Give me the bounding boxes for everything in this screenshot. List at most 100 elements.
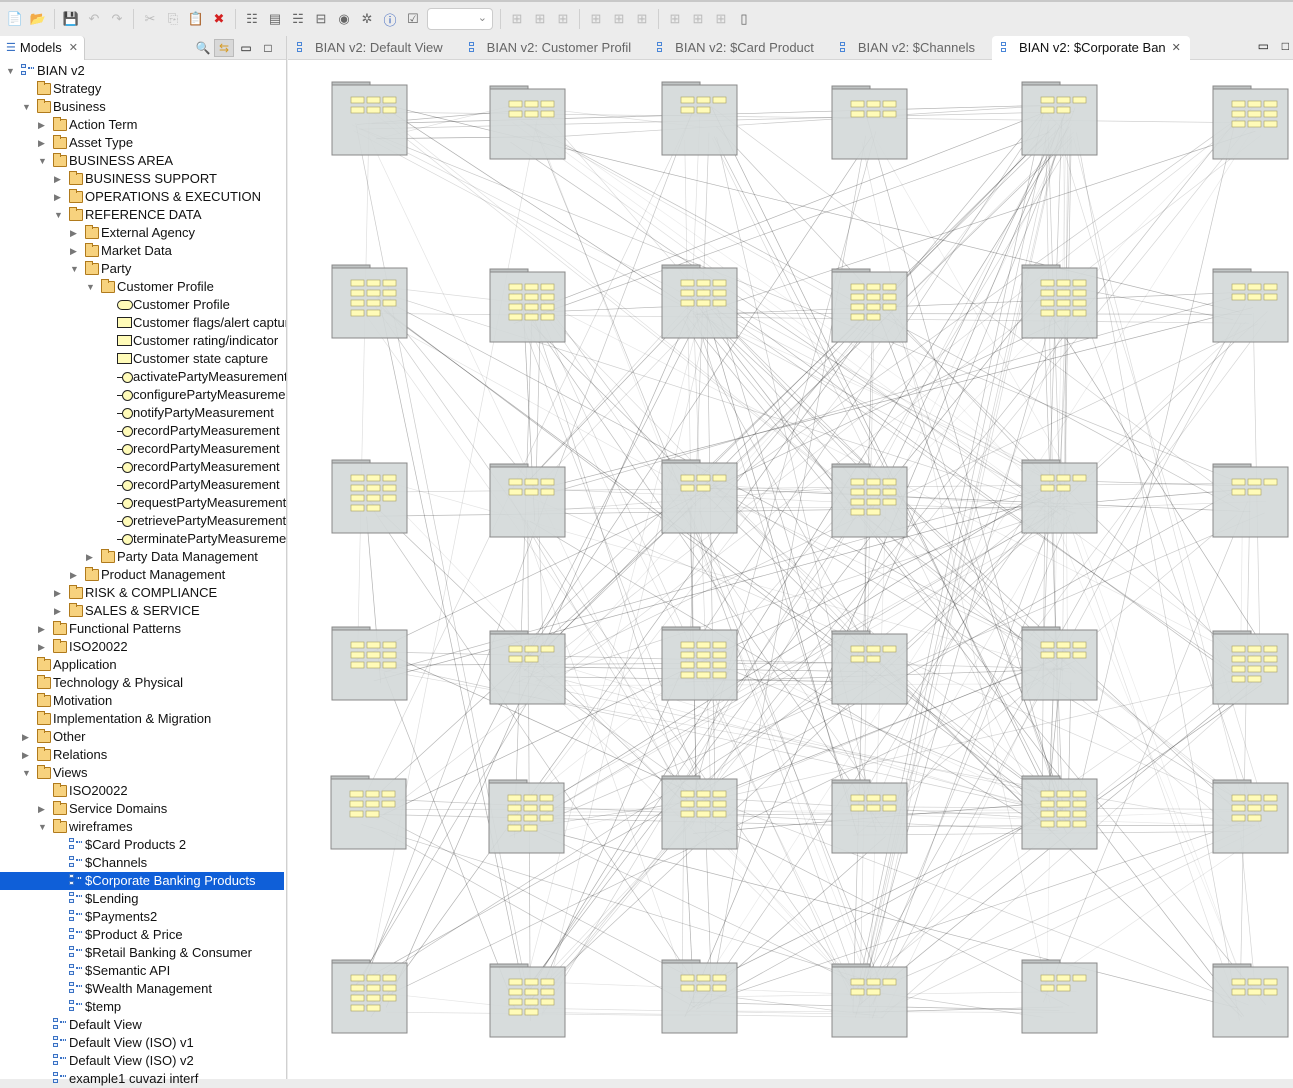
diagram-element[interactable] [713,791,726,797]
tree-item[interactable]: ▶RISK & COMPLIANCE [0,584,286,602]
diagram-element[interactable] [1057,985,1070,991]
diagram-element[interactable] [1073,821,1086,827]
grouping-element[interactable] [662,265,737,338]
diagram-element[interactable] [1264,294,1277,300]
grouping-element[interactable] [662,960,737,1033]
diagram-element[interactable] [351,290,364,296]
diagram-element[interactable] [1057,475,1070,481]
zoom-combo[interactable]: ⌄ [427,8,493,30]
link-to-editor-icon[interactable]: ⇆ [214,39,234,57]
diagram-element[interactable] [351,300,364,306]
diagram-element[interactable] [383,485,396,491]
diagram-element[interactable] [541,314,554,320]
diagram-element[interactable] [1057,97,1070,103]
grouping-element[interactable] [832,269,907,342]
tree-item[interactable]: Customer state capture [0,350,286,368]
collapsed-arrow-icon[interactable]: ▶ [54,602,64,620]
diagram-element[interactable] [1232,111,1245,117]
diagram-element[interactable] [509,284,522,290]
diagram-element[interactable] [851,805,864,811]
diagram-element[interactable] [1232,805,1245,811]
collapsed-arrow-icon[interactable]: ▶ [70,242,80,260]
diagram-element[interactable] [509,314,522,320]
diagram-element[interactable] [681,975,694,981]
diagram-element[interactable] [1248,646,1261,652]
tree-item[interactable]: ▼Views [0,764,286,782]
diagram-element[interactable] [681,290,694,296]
diagram-element[interactable] [367,310,380,316]
diagram-element[interactable] [867,111,880,117]
diagram-element[interactable] [851,989,864,995]
diagram-element[interactable] [1248,795,1261,801]
diagram-element[interactable] [367,985,380,991]
diagram-element[interactable] [509,989,522,995]
close-icon[interactable]: ✕ [69,41,78,54]
properties-panel-icon[interactable]: ▯ [735,10,753,28]
diagram-element[interactable] [681,300,694,306]
diagram-element[interactable] [351,662,364,668]
diagram-element[interactable] [1232,815,1245,821]
model-tree[interactable]: ▼BIAN v2Strategy▼Business▶Action Term▶As… [0,62,286,1088]
diagram-element[interactable] [1232,989,1245,995]
diagram-element[interactable] [1041,290,1054,296]
diagram-element[interactable] [351,495,364,501]
copy-icon[interactable]: ⎘ [164,10,182,28]
diagram-element[interactable] [1248,989,1261,995]
diagram-element[interactable] [383,300,396,306]
diagram-element[interactable] [681,985,694,991]
minimize-icon[interactable]: ▭ [1258,39,1269,53]
collapsed-arrow-icon[interactable]: ▶ [38,638,48,656]
tree-item[interactable]: configurePartyMeasurement [0,386,286,404]
diagram-element[interactable] [1041,975,1054,981]
diagram-element[interactable] [851,656,864,662]
diagram-element[interactable] [883,304,896,310]
diagram-element[interactable] [851,499,864,505]
diagram-element[interactable] [367,1005,380,1011]
diagram-element[interactable] [883,479,896,485]
diagram-element[interactable] [351,475,364,481]
tree-item[interactable]: $Card Products 2 [0,836,286,854]
diagram-element[interactable] [1057,975,1070,981]
diagram-element[interactable] [883,646,896,652]
validate-icon[interactable]: ☑ [404,10,422,28]
diagram-element[interactable] [851,509,864,515]
tree-item[interactable]: example1 cuvazi interf [0,1070,286,1088]
undo-icon[interactable]: ↶ [85,10,103,28]
grouping-element[interactable] [490,269,565,342]
grouping-element[interactable] [1213,86,1288,159]
diagram-element[interactable] [525,489,538,495]
tree-item[interactable]: Application [0,656,286,674]
diagram-element[interactable] [1232,646,1245,652]
diagram-element[interactable] [1041,300,1054,306]
expanded-arrow-icon[interactable]: ▼ [86,278,96,296]
diagram-element[interactable] [1264,121,1277,127]
tree-item[interactable]: retrievePartyMeasurement [0,512,286,530]
diagram-element[interactable] [525,111,538,117]
diagram-element[interactable] [1057,652,1070,658]
tree-item[interactable]: ▶Relations [0,746,286,764]
diagram-element[interactable] [681,107,694,113]
diagram-element[interactable] [1057,310,1070,316]
diagram-element[interactable] [541,489,554,495]
diagram-element[interactable] [382,791,395,797]
diagram-element[interactable] [681,642,694,648]
diagram-element[interactable] [367,995,380,1001]
collapsed-arrow-icon[interactable]: ▶ [38,620,48,638]
diagram-element[interactable] [851,479,864,485]
diagram-element[interactable] [541,646,554,652]
diagram-element[interactable] [1232,489,1245,495]
diagram-element[interactable] [713,811,726,817]
tree-item[interactable]: Default View (ISO) v2 [0,1052,286,1070]
diagram-element[interactable] [867,646,880,652]
diagram-element[interactable] [1073,801,1086,807]
save-icon[interactable]: 💾 [62,10,80,28]
tree-item[interactable]: Strategy [0,80,286,98]
diagram-element[interactable] [883,489,896,495]
diagram-element[interactable] [541,479,554,485]
diagram-element[interactable] [1232,795,1245,801]
diagram-element[interactable] [1057,821,1070,827]
models-tab[interactable]: ☰ Models ✕ [0,36,85,60]
grouping-element[interactable] [1022,960,1097,1033]
expanded-arrow-icon[interactable]: ▼ [38,818,48,836]
tree-item[interactable]: ▼Customer Profile [0,278,286,296]
